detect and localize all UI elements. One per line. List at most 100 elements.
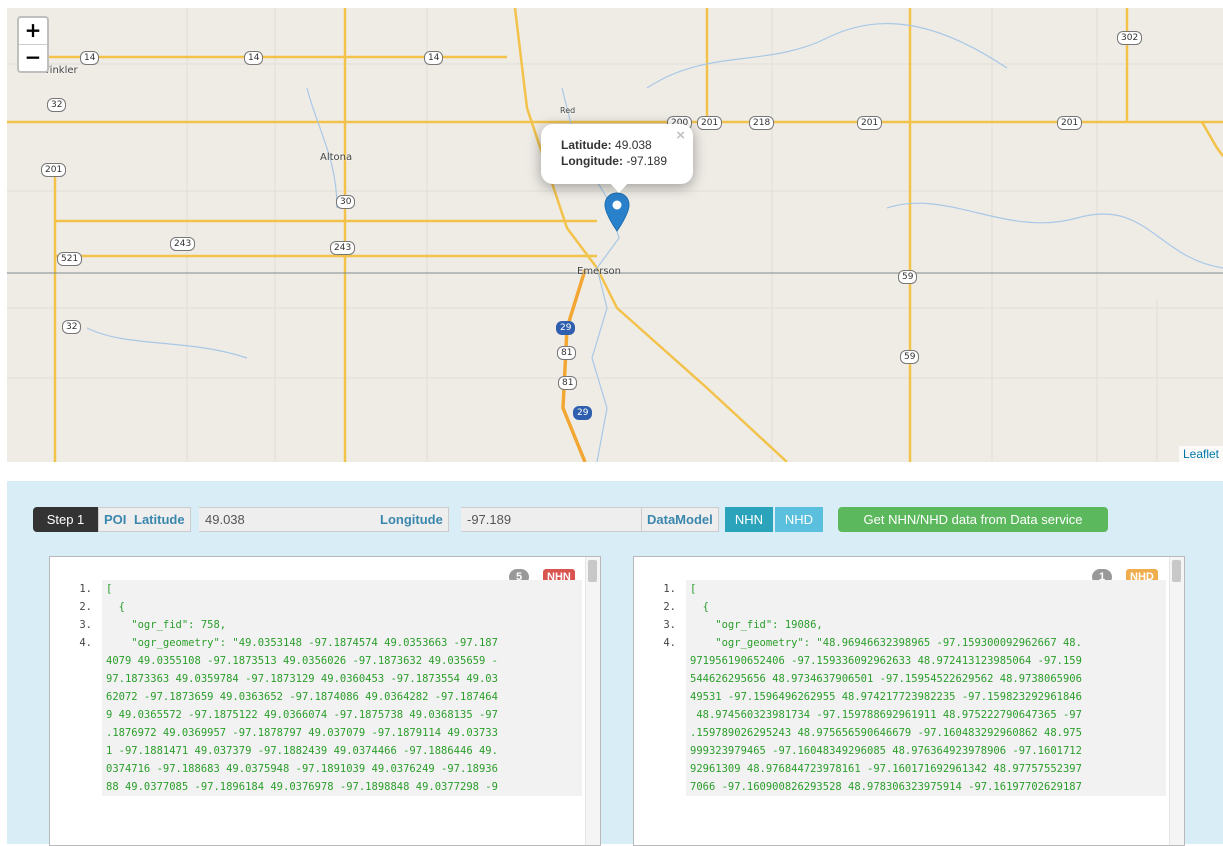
map-attribution-link[interactable]: Leaflet — [1178, 446, 1223, 462]
line-text: 49531 -97.1596496262955 48.9742177239822… — [686, 688, 1166, 706]
code-line: 1 -97.1881471 49.037379 -97.1882439 49.0… — [50, 742, 582, 760]
town-label: Altona — [320, 152, 353, 163]
popup-tip — [609, 182, 629, 193]
map-marker-icon[interactable] — [604, 192, 630, 237]
control-panel: Step 1 POI Latitude 49.038 Longitude -97… — [7, 481, 1223, 846]
road-shield: 59 — [898, 270, 918, 284]
road-shield: 59 — [900, 350, 920, 364]
nhn-json-code: 1.[2. {3. "ogr_fid": 758, 4. "ogr_geometr… — [50, 580, 582, 845]
road-shield: 201 — [41, 163, 67, 177]
code-line: 4. "ogr_geometry": "48.96946632398965 -9… — [634, 634, 1166, 652]
line-text: .159789026295243 48.975656590646679 -97.… — [686, 724, 1166, 742]
line-text: .1876972 49.0369957 -97.1878797 49.03707… — [102, 724, 582, 742]
nhd-toggle-button[interactable]: NHD — [775, 507, 823, 532]
line-text: 999323979465 -97.16048349296085 48.97636… — [686, 742, 1166, 760]
line-text: 62072 -97.1873659 49.0363652 -97.1874086… — [102, 688, 582, 706]
code-line: 3. "ogr_fid": 758, — [50, 616, 582, 634]
line-text: { — [102, 598, 582, 616]
road-shield: 521 — [57, 252, 83, 266]
code-line: 3. "ogr_fid": 19086, — [634, 616, 1166, 634]
nhn-toggle-button[interactable]: NHN — [725, 507, 773, 532]
step-badge: Step 1 — [33, 507, 98, 532]
road-shield: 81 — [557, 346, 577, 360]
zoom-in-button[interactable]: + — [19, 18, 47, 45]
road-shield: 243 — [330, 241, 356, 255]
longitude-input[interactable]: -97.189 — [461, 507, 642, 532]
latitude-input[interactable]: 49.038 — [199, 507, 382, 532]
nhn-scrollbar[interactable] — [585, 557, 600, 845]
nhd-scrollbar[interactable] — [1169, 557, 1184, 845]
line-text: 97.1873363 49.0359784 -97.1873129 49.036… — [102, 670, 582, 688]
popup-longitude-value: -97.189 — [626, 154, 668, 168]
river-label: Red — [560, 106, 576, 115]
zoom-control: + − — [17, 16, 49, 73]
map-popup: × Latitude: 49.038 Longitude: -97.189 — [541, 124, 693, 193]
code-line: 2. { — [50, 598, 582, 616]
road-shield: 81 — [558, 376, 578, 390]
line-text: [ — [686, 580, 1166, 598]
line-text: { — [686, 598, 1166, 616]
line-text: 9 49.0365572 -97.1875122 49.0366074 -97.… — [102, 706, 582, 724]
line-text: "ogr_fid": 758, — [102, 616, 582, 634]
town-label: Emerson — [577, 266, 621, 277]
nhd-result-pane[interactable]: 1 NHD 1.[2. {3. "ogr_fid": 19086, 4. "ogr… — [633, 556, 1185, 846]
datamodel-label: DataModel — [641, 507, 719, 532]
line-text: 544626295656 48.9734637906501 -97.159545… — [686, 670, 1166, 688]
road-shield: 201 — [697, 116, 723, 130]
line-number: 1. — [79, 583, 92, 595]
line-text: 48.974560323981734 -97.159788692961911 4… — [686, 706, 1166, 724]
line-number: 2. — [79, 601, 92, 613]
code-line: 1. [ — [50, 580, 582, 598]
code-line: 1. [ — [634, 580, 1166, 598]
road-shield: 14 — [244, 51, 264, 65]
road-shield: 201 — [857, 116, 883, 130]
line-text: 971956190652406 -97.159336092962633 48.9… — [686, 652, 1166, 670]
road-shield: 243 — [170, 237, 196, 251]
code-line: 62072 -97.1873659 49.0363652 -97.1874086… — [50, 688, 582, 706]
road-shield: 218 — [749, 116, 775, 130]
line-number: 4. — [79, 637, 92, 649]
nhn-result-pane[interactable]: 5 NHN 1.[2. {3. "ogr_fid": 758, 4. "ogr_g… — [49, 556, 601, 846]
poi-label: POI — [98, 507, 133, 532]
road-shield: 14 — [424, 51, 444, 65]
line-text: 0374716 -97.188683 49.0375948 -97.189103… — [102, 760, 582, 778]
interstate-shield: 29 — [556, 321, 576, 335]
code-line: 97.1873363 49.0359784 -97.1873129 49.036… — [50, 670, 582, 688]
line-text: 1 -97.1881471 49.037379 -97.1882439 49.0… — [102, 742, 582, 760]
line-text: 4079 49.0355108 -97.1873513 49.0356026 -… — [102, 652, 582, 670]
code-line: 971956190652406 -97.159336092962633 48.9… — [634, 652, 1166, 670]
popup-close-button[interactable]: × — [676, 127, 685, 144]
line-number: 3. — [663, 619, 676, 631]
interstate-shield: 29 — [573, 406, 593, 420]
map[interactable]: Winkler Altona Emerson Red 14 14 14 302 … — [7, 8, 1223, 462]
longitude-label: Longitude — [375, 507, 449, 532]
line-text: "ogr_geometry": "48.96946632398965 -97.1… — [686, 634, 1166, 652]
line-number: 3. — [79, 619, 92, 631]
code-line: 999323979465 -97.16048349296085 48.97636… — [634, 742, 1166, 760]
code-line: 0374716 -97.188683 49.0375948 -97.189103… — [50, 760, 582, 778]
code-line: 4. "ogr_geometry": "49.0353148 -97.18745… — [50, 634, 582, 652]
get-data-button[interactable]: Get NHN/NHD data from Data service — [838, 507, 1108, 532]
line-number: 4. — [663, 637, 676, 649]
latitude-label: Latitude — [129, 507, 191, 532]
code-line: 92961309 48.976844723978161 -97.16017169… — [634, 760, 1166, 778]
toolbar: Step 1 POI Latitude 49.038 Longitude -97… — [33, 507, 1121, 532]
code-line: 48.974560323981734 -97.159788692961911 4… — [634, 706, 1166, 724]
line-number: 1. — [663, 583, 676, 595]
code-line: .159789026295243 48.975656590646679 -97.… — [634, 724, 1166, 742]
road-shield: 30 — [336, 195, 356, 209]
popup-latitude-value: 49.038 — [615, 138, 652, 152]
line-text: 92961309 48.976844723978161 -97.16017169… — [686, 760, 1166, 778]
zoom-out-button[interactable]: − — [19, 45, 47, 71]
road-shield: 14 — [80, 51, 100, 65]
line-text: "ogr_fid": 19086, — [686, 616, 1166, 634]
code-line: 7066 -97.160900826293528 48.978306323975… — [634, 778, 1166, 796]
road-shield: 32 — [62, 320, 82, 334]
popup-latitude-label: Latitude: — [561, 138, 612, 152]
line-text: "ogr_geometry": "49.0353148 -97.1874574 … — [102, 634, 582, 652]
code-line: 88 49.0377085 -97.1896184 49.0376978 -97… — [50, 778, 582, 796]
code-line: 49531 -97.1596496262955 48.9742177239822… — [634, 688, 1166, 706]
popup-longitude-label: Longitude: — [561, 154, 623, 168]
nhd-json-code: 1.[2. {3. "ogr_fid": 19086, 4. "ogr_geome… — [634, 580, 1166, 845]
line-text: [ — [102, 580, 582, 598]
